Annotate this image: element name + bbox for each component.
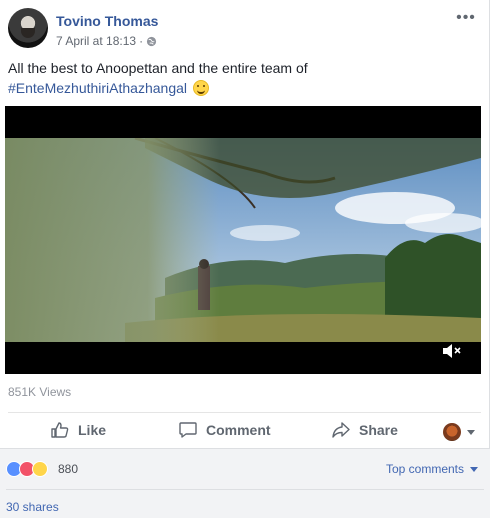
video-player[interactable] <box>5 106 481 374</box>
like-label: Like <box>78 422 107 438</box>
chevron-down-icon <box>467 429 475 435</box>
more-options-button[interactable]: ••• <box>455 10 477 26</box>
post-card: Tovino Thomas 7 April at 18:13 · ••• All… <box>0 0 490 518</box>
like-button[interactable]: Like <box>50 419 106 441</box>
page-avatar <box>443 423 461 441</box>
share-arrow-icon <box>332 422 350 438</box>
video-frame <box>5 138 481 342</box>
thumbs-up-icon <box>51 422 69 438</box>
meta-separator: · <box>139 34 144 48</box>
comment-bubble-icon <box>179 422 197 438</box>
wow-reaction-icon <box>32 461 48 477</box>
reaction-count[interactable]: 880 <box>58 462 78 476</box>
speaker-muted-icon[interactable] <box>441 342 463 360</box>
reaction-icons[interactable] <box>6 461 48 477</box>
post-text: All the best to Anoopettan and the entir… <box>8 58 477 98</box>
share-button[interactable]: Share <box>331 419 398 441</box>
post-as-selector[interactable] <box>443 421 475 443</box>
hashtag-link[interactable]: #EnteMezhuthiriAthazhangal <box>8 80 187 96</box>
globe-icon <box>146 36 157 46</box>
smiling-face-icon <box>192 80 209 96</box>
post-timestamp[interactable]: 7 April at 18:13 <box>56 34 136 48</box>
reactions-bar: 880 Top comments 30 shares <box>0 448 490 518</box>
shares-count[interactable]: 30 shares <box>6 500 59 514</box>
author-name[interactable]: Tovino Thomas <box>56 13 158 29</box>
share-label: Share <box>359 422 398 438</box>
author-avatar[interactable] <box>8 8 48 48</box>
comment-button[interactable]: Comment <box>178 419 271 441</box>
comment-label: Comment <box>206 422 271 438</box>
view-count: 851K Views <box>8 385 72 399</box>
divider <box>6 489 484 490</box>
post-header: Tovino Thomas 7 April at 18:13 · ••• <box>8 8 481 52</box>
chevron-down-icon <box>470 466 478 472</box>
post-text-body: All the best to Anoopettan and the entir… <box>8 60 308 76</box>
post-meta: 7 April at 18:13 · <box>56 34 157 48</box>
action-bar: Like Comment Share <box>8 412 481 446</box>
top-comments-label: Top comments <box>385 462 464 476</box>
top-comments-dropdown[interactable]: Top comments <box>386 462 478 476</box>
